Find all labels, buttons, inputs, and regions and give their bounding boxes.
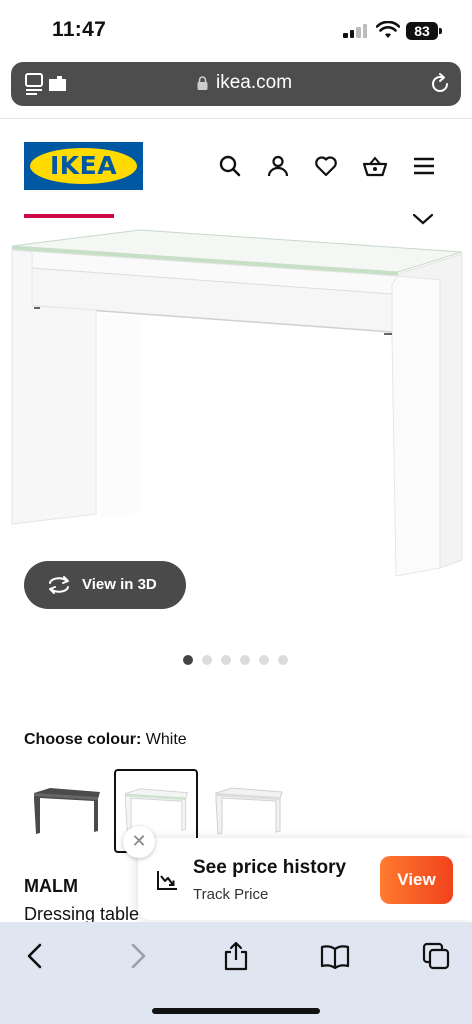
product-name: MALM <box>24 876 78 896</box>
price-chart-icon <box>157 871 177 890</box>
carousel-dot[interactable] <box>202 655 212 665</box>
ikea-logo[interactable]: IKEA <box>24 142 143 190</box>
url-text: ikea.com <box>216 72 293 93</box>
tabs-icon[interactable] <box>25 73 71 95</box>
menu-icon[interactable] <box>412 154 436 178</box>
logo-text: IKEA <box>49 151 118 180</box>
account-icon[interactable] <box>266 154 290 178</box>
active-tab-indicator <box>24 214 114 218</box>
rotate-3d-icon <box>49 576 69 594</box>
address-bar[interactable]: ikea.com <box>11 62 461 106</box>
forward-icon[interactable] <box>123 941 153 971</box>
carousel-dot[interactable] <box>183 655 193 665</box>
view-in-3d-label: View in 3D <box>82 576 157 593</box>
search-icon[interactable] <box>218 154 242 178</box>
carousel-dot[interactable] <box>259 655 269 665</box>
colour-selector-label: Choose colour: White <box>24 731 187 749</box>
wifi-icon <box>376 21 400 38</box>
basket-icon[interactable] <box>363 154 387 178</box>
header-divider <box>0 118 472 119</box>
tabs-overview-icon[interactable] <box>421 941 451 971</box>
selected-colour-value: White <box>145 731 187 748</box>
price-history-title: See price history <box>193 857 347 878</box>
view-in-3d-button[interactable]: View in 3D <box>24 561 186 609</box>
lock-icon <box>197 76 208 90</box>
back-icon[interactable] <box>20 941 50 971</box>
battery-cap <box>439 28 442 34</box>
heart-icon[interactable] <box>314 154 338 178</box>
cellular-signal-icon <box>343 24 369 38</box>
status-time: 11:47 <box>52 18 107 41</box>
carousel-dot[interactable] <box>221 655 231 665</box>
price-history-popup[interactable]: See price history Track Price View <box>138 838 472 920</box>
battery-icon: 83 <box>406 22 438 40</box>
choose-colour-label: Choose colour: <box>24 731 142 748</box>
bookmarks-icon[interactable] <box>320 941 350 971</box>
home-indicator <box>152 1008 320 1014</box>
reload-icon[interactable] <box>429 73 451 95</box>
view-price-history-button[interactable]: View <box>380 856 453 904</box>
carousel-dot[interactable] <box>240 655 250 665</box>
share-icon[interactable] <box>221 941 251 971</box>
carousel-dot[interactable] <box>278 655 288 665</box>
status-bar: 11:47 83 <box>0 0 472 58</box>
close-icon[interactable]: ✕ <box>123 826 155 858</box>
product-description: Dressing table <box>24 904 140 924</box>
colour-swatch-black-brown[interactable] <box>24 769 108 853</box>
product-image[interactable] <box>0 224 472 584</box>
track-price-label: Track Price <box>193 886 269 903</box>
